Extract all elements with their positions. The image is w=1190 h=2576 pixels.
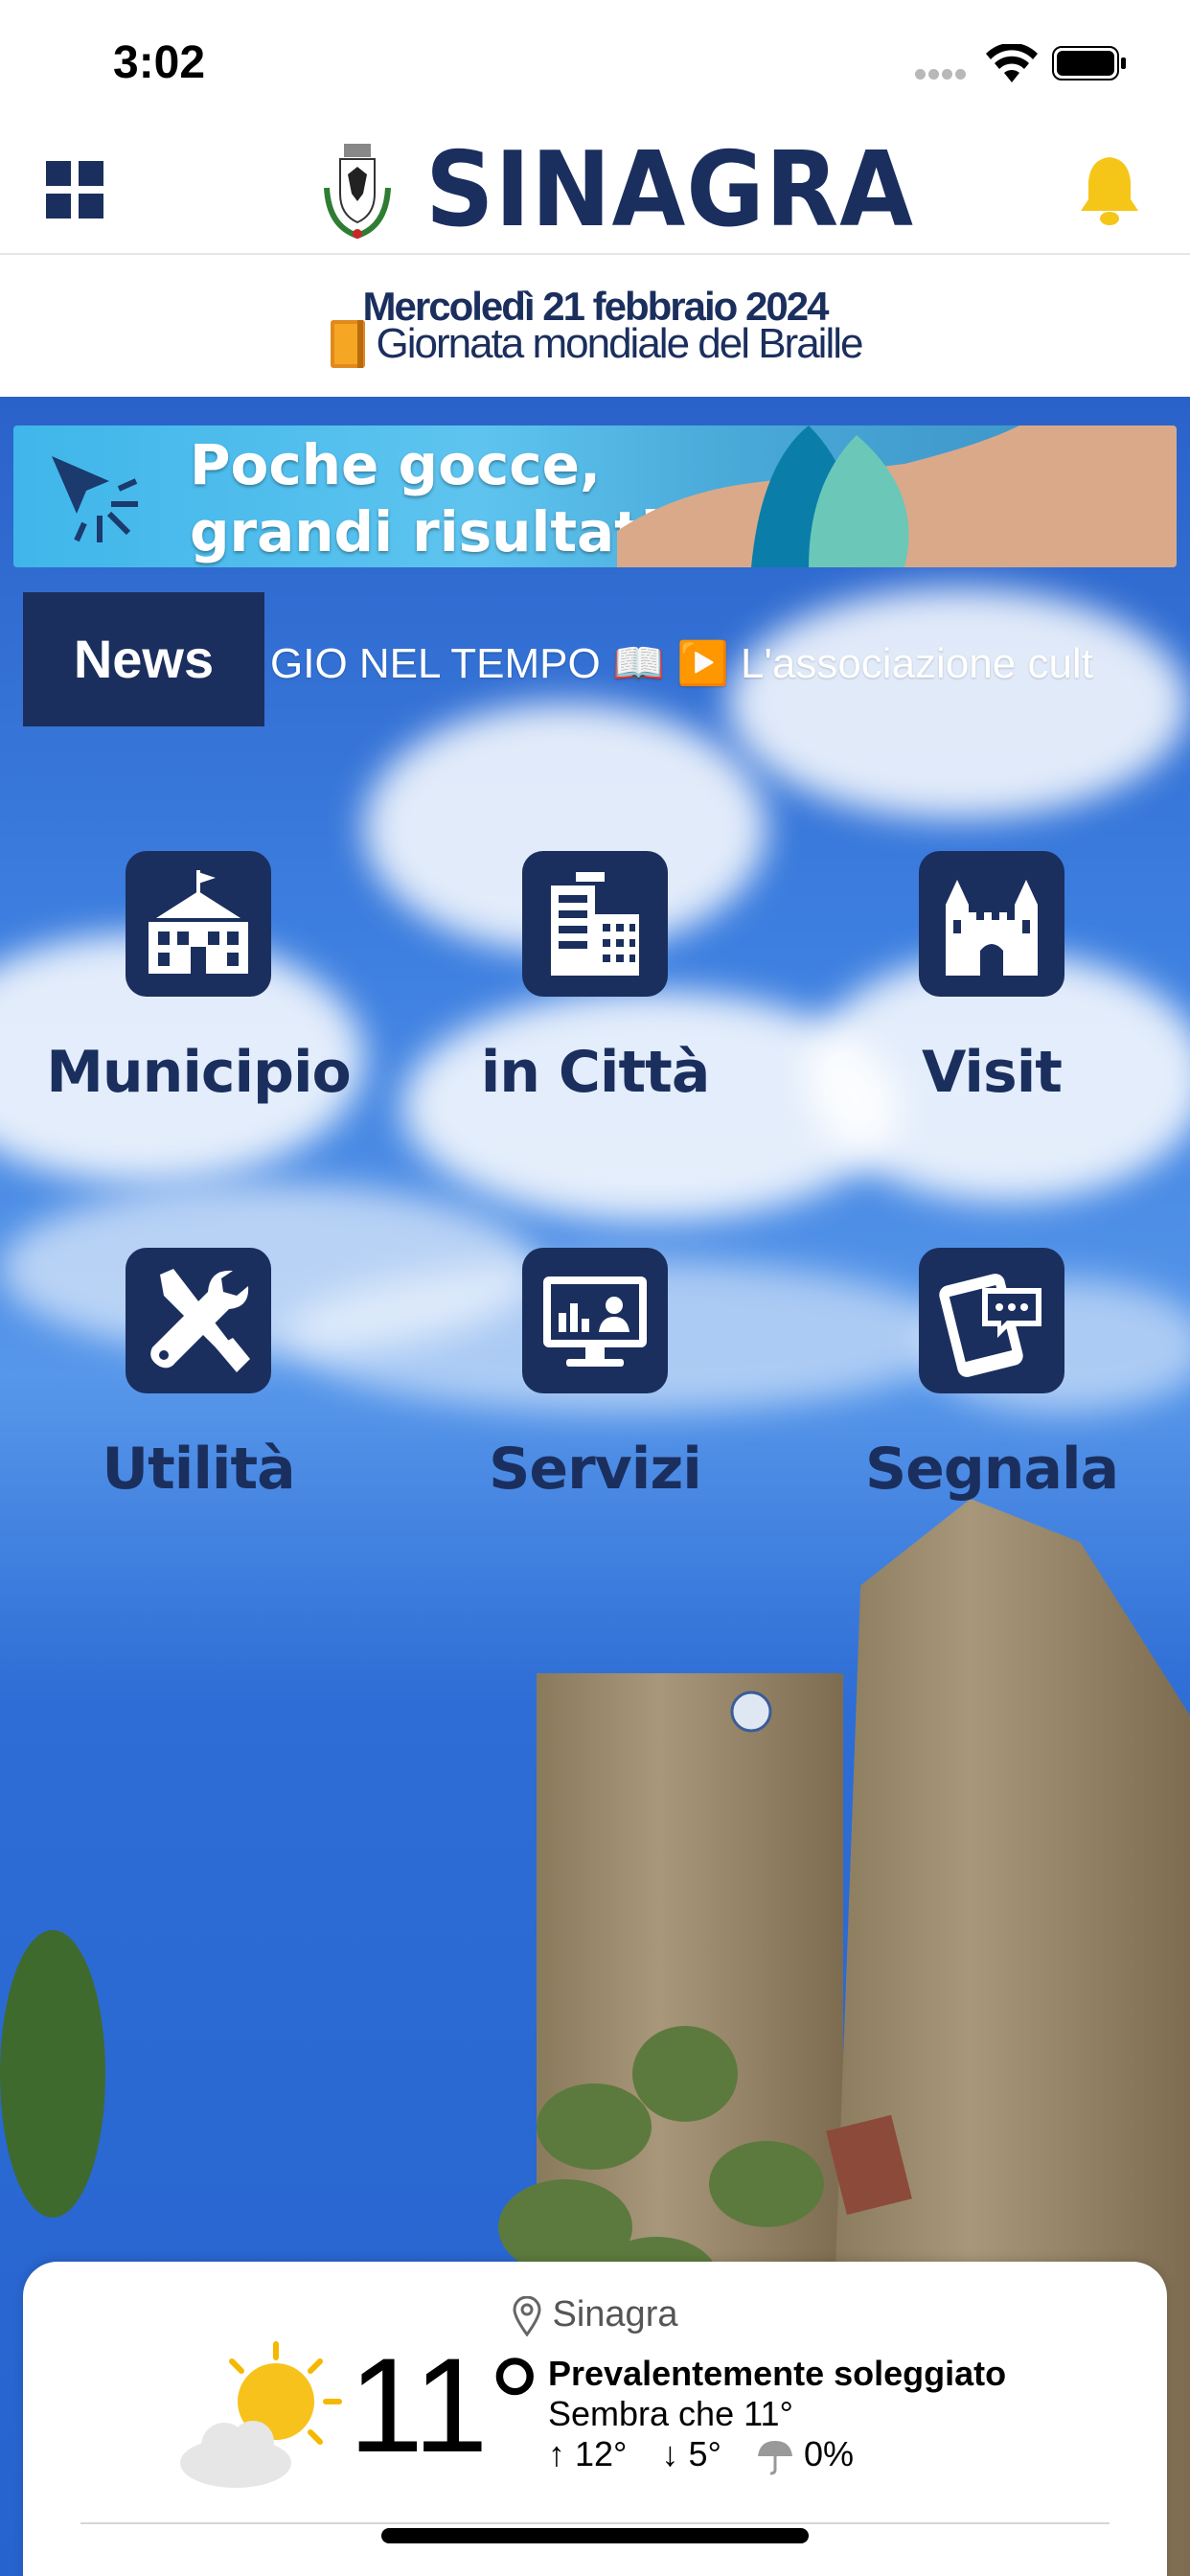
town-hall-icon <box>126 851 271 997</box>
battery-icon <box>1052 46 1126 80</box>
castle-icon <box>919 851 1064 997</box>
news-label[interactable]: News <box>23 592 264 726</box>
arrow-down-icon: ↓ <box>661 2434 679 2473</box>
status-time: 3:02 <box>113 37 206 88</box>
umbrella-icon <box>757 2441 792 2475</box>
min-max-row: ↑ 12° ↓ 5° 0% <box>548 2434 854 2475</box>
weather-condition: Prevalentemente soleggiato <box>548 2354 1007 2393</box>
signal-icon <box>915 67 969 84</box>
precipitation: 0% <box>803 2434 854 2473</box>
ad-text: Poche gocce, grandi risultati <box>190 426 660 565</box>
min-temp: ↓ 5° <box>661 2434 721 2473</box>
tile-label-segnala: Segnala <box>864 1436 1119 1503</box>
tools-icon <box>126 1248 271 1393</box>
min-temp-value: 5° <box>688 2434 721 2473</box>
location-name: Sinagra <box>552 2294 678 2334</box>
weather-location: Sinagra <box>23 2294 1167 2336</box>
app-title: SINAGRA <box>425 130 914 250</box>
arrow-up-icon: ↑ <box>548 2434 565 2473</box>
tile-segnala[interactable]: Segnala <box>793 1248 1190 1503</box>
app-header: SINAGRA <box>0 134 1190 255</box>
clock-icon <box>730 1690 772 1733</box>
tile-municipio[interactable]: Municipio <box>0 851 397 1106</box>
date-banner: Mercoledì 21 febbraio 2024 Giornata mond… <box>0 255 1190 397</box>
tablet-message-icon <box>919 1248 1064 1393</box>
ad-line-1: Poche gocce, <box>190 432 602 497</box>
current-temperature: 11° <box>349 2330 542 2480</box>
tile-label-servizi: Servizi <box>489 1436 702 1503</box>
max-temp: ↑ 12° <box>548 2434 627 2473</box>
status-bar: 3:02 <box>0 0 1190 134</box>
tile-visit[interactable]: Visit <box>793 851 1190 1106</box>
tile-label-visit: Visit <box>922 1039 1063 1106</box>
ad-line-2: grandi risultati <box>190 499 660 564</box>
divider <box>80 2522 1110 2524</box>
tile-label-municipio: Municipio <box>46 1039 352 1106</box>
daily-event[interactable]: Giornata mondiale del Braille <box>0 318 1190 370</box>
home-indicator[interactable] <box>381 2528 809 2543</box>
tile-utilita[interactable]: Utilità <box>0 1248 397 1503</box>
hand-water-drops-image <box>617 426 1177 567</box>
tile-label-utilita: Utilità <box>102 1436 295 1503</box>
monitor-services-icon <box>522 1248 668 1393</box>
municipality-crest-icon <box>324 144 391 240</box>
news-ticker-text: GIO NEL TEMPO 📖 ▶️ L'associazione cult <box>270 640 1093 687</box>
tile-servizi[interactable]: Servizi <box>397 1248 793 1503</box>
grid-menu-icon[interactable] <box>46 161 103 218</box>
tile-in-citta[interactable]: in Città <box>397 851 793 1106</box>
event-text: Giornata mondiale del Braille <box>376 320 864 367</box>
wifi-icon <box>986 44 1038 82</box>
feels-like: Sembra che 11° <box>548 2394 793 2433</box>
book-icon <box>330 320 365 368</box>
news-ticker[interactable]: GIO NEL TEMPO 📖 ▶️ L'associazione cult <box>270 592 1171 726</box>
partly-sunny-icon <box>180 2341 342 2488</box>
bell-notification-icon[interactable] <box>1077 153 1142 226</box>
ad-banner[interactable]: Poche gocce, grandi risultati <box>13 426 1177 567</box>
tile-label-in-citta: in Città <box>480 1039 711 1106</box>
city-buildings-icon <box>522 851 668 997</box>
max-temp-value: 12° <box>575 2434 628 2473</box>
cursor-click-icon <box>52 456 138 542</box>
